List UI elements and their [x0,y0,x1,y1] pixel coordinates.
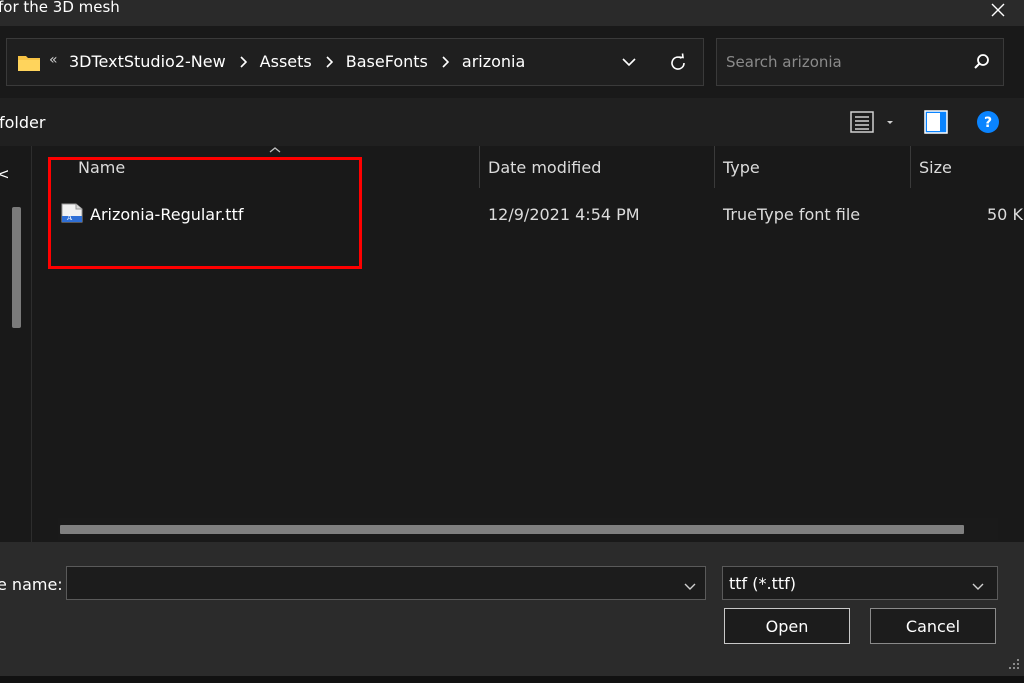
new-folder-button[interactable]: folder [0,113,45,132]
help-label: ? [984,115,992,131]
chevron-down-icon [684,583,696,590]
highlight-annotation [48,157,362,269]
column-divider[interactable] [714,146,715,188]
column-header-type[interactable]: Type [723,146,760,188]
close-button[interactable] [980,0,1016,24]
preview-pane-icon [924,110,948,134]
breadcrumb: 3DTextStudio2-New Assets BaseFonts arizo… [69,52,525,71]
caret-down-icon [887,121,893,124]
search-button[interactable] [973,53,991,75]
close-icon [991,3,1005,17]
chevron-down-icon [971,577,985,596]
file-size: 50 K [987,205,1023,224]
chevron-right-icon[interactable] [325,55,333,68]
column-header-size[interactable]: Size [919,146,952,188]
search-icon [974,54,989,69]
file-type: TrueType font file [723,205,861,224]
filename-dropdown-button[interactable] [683,577,697,596]
folder-icon [18,56,40,71]
breadcrumb-item[interactable]: 3DTextStudio2-New [69,52,226,71]
view-menu-button[interactable] [850,111,897,133]
filetype-value: ttf (*.ttf) [729,574,797,593]
chevron-right-icon[interactable] [239,55,247,68]
column-divider[interactable] [910,146,911,188]
column-header-date[interactable]: Date modified [488,146,601,188]
view-list-icon [850,111,874,133]
file-date: 12/9/2021 4:54 PM [488,205,640,224]
title-bar: for the 3D mesh [0,0,1024,26]
preview-pane-button[interactable] [924,110,948,138]
filename-label: e name: [0,575,63,594]
dialog-footer: e name: ttf (*.ttf) Open Cancel [0,542,1024,683]
filetype-select[interactable]: ttf (*.ttf) [722,566,998,600]
chevron-down-icon [622,58,636,67]
resize-grip-icon[interactable] [1008,658,1020,670]
nav-item-partial[interactable]: < [0,165,10,183]
open-button[interactable]: Open [724,608,850,644]
search-box[interactable] [716,38,1004,86]
column-divider[interactable] [479,146,480,188]
help-icon: ? [977,111,999,133]
window-title: for the 3D mesh [0,0,120,16]
breadcrumb-item[interactable]: BaseFonts [346,52,428,71]
chevron-right-icon[interactable] [441,55,449,68]
horizontal-scrollbar[interactable] [58,518,998,540]
address-row: « 3DTextStudio2-New Assets BaseFonts ari… [0,26,1024,98]
address-bar[interactable]: « 3DTextStudio2-New Assets BaseFonts ari… [6,38,704,86]
refresh-button[interactable] [667,52,689,78]
background-strip [0,676,1024,683]
command-bar: folder ? [0,98,1024,146]
help-button[interactable]: ? [976,110,1000,138]
breadcrumb-item[interactable]: arizonia [462,52,525,71]
horizontal-scrollbar-thumb[interactable] [60,525,964,534]
refresh-icon [671,53,685,70]
history-dropdown-button[interactable] [621,54,637,73]
nav-scrollbar-thumb[interactable] [12,207,21,328]
search-input[interactable] [726,51,956,73]
breadcrumb-item[interactable]: Assets [260,52,312,71]
navigation-pane[interactable]: < [0,146,32,542]
filename-input[interactable] [66,566,706,600]
breadcrumb-overflow[interactable]: « [49,52,58,68]
cancel-button[interactable]: Cancel [870,608,996,644]
sort-ascending-icon [269,147,281,153]
